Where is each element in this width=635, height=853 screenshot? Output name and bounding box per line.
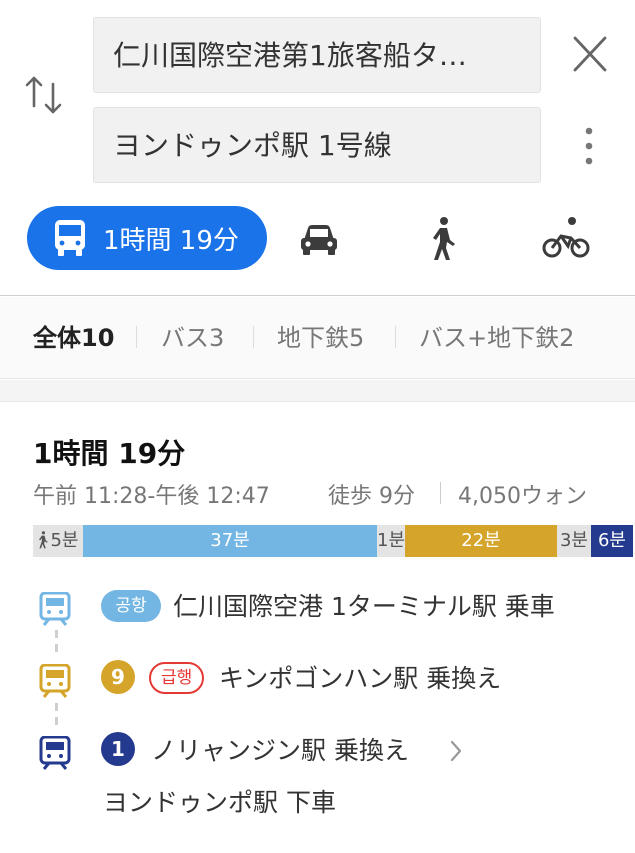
train-icon [39,736,71,770]
swap-icon[interactable] [24,72,64,118]
step-text: ノリャンジン駅 乗換え [151,736,409,765]
chevron-right-icon[interactable] [448,739,464,763]
route-duration: 1時間 19分 [33,437,186,470]
segment-line1: 6분 [591,525,633,557]
origin-input[interactable]: 仁川国際空港第1旅客船タ… [93,17,541,93]
filter-divider [395,326,396,348]
travel-mode-bar: 1時間 19分 [0,206,635,272]
bicycle-icon[interactable] [542,216,590,260]
segment-bar: 5분 37분 1분 22분 3분 6분 [33,525,633,557]
directions-header: 仁川国際空港第1旅客船タ… ヨンドゥンポ駅 1号線 1時間 19分 [0,0,635,296]
segment-transfer: 1분 [377,525,405,557]
destination-input[interactable]: ヨンドゥンポ駅 1号線 [93,107,541,183]
segment-walk-label: 5분 [50,530,79,551]
train-icon [39,592,71,626]
route-fare: 4,050ウォン [458,484,587,509]
segment-airport-line: 37분 [83,525,377,557]
meta-divider [440,482,441,504]
route-filter-bar: 全体10 バス3 地下鉄5 バス+地下鉄2 [0,297,635,379]
walk-icon [39,531,49,549]
segment-walk: 5분 [33,525,83,557]
route-connector [55,703,58,727]
route-step-transfer: 9 급행 キンポゴンハン駅 乗換え [0,654,635,704]
airport-line-badge: 공항 [101,590,161,622]
express-badge: 급행 [149,662,205,694]
step-text: キンポゴンハン駅 乗換え [219,664,502,693]
route-step-transfer[interactable]: 1 ノリャンジン駅 乗換え [0,726,635,776]
line9-badge: 9 [101,660,135,694]
walk-icon[interactable] [428,216,458,262]
filter-subway[interactable]: 地下鉄5 [277,297,364,379]
route-walk-time: 徒歩 9分 [328,484,415,509]
route-step-board: 공항 仁川国際空港 1ターミナル駅 乗車 [0,582,635,632]
section-gap [0,380,635,402]
car-icon[interactable] [298,216,340,260]
train-icon [39,664,71,698]
step-text: ヨンドゥンポ駅 下車 [103,788,336,817]
step-text: 仁川国際空港 1ターミナル駅 乗車 [173,592,555,621]
more-options-icon[interactable] [578,124,600,168]
filter-bus-subway[interactable]: バス+地下鉄2 [419,297,574,379]
close-icon[interactable] [568,34,612,74]
mode-transit-button[interactable]: 1時間 19分 [27,206,267,270]
transit-duration-label: 1時間 19分 [103,225,239,256]
filter-bus[interactable]: バス3 [161,297,224,379]
segment-line9: 22분 [405,525,557,557]
route-step-alight: ヨンドゥンポ駅 下車 [0,778,635,828]
filter-divider [253,326,254,348]
segment-transfer: 3분 [557,525,591,557]
route-time-range: 午前 11:28-午後 12:47 [33,484,270,509]
filter-divider [136,326,137,348]
bus-icon [55,220,85,256]
filter-all[interactable]: 全体10 [33,297,114,379]
line1-badge: 1 [101,732,135,766]
